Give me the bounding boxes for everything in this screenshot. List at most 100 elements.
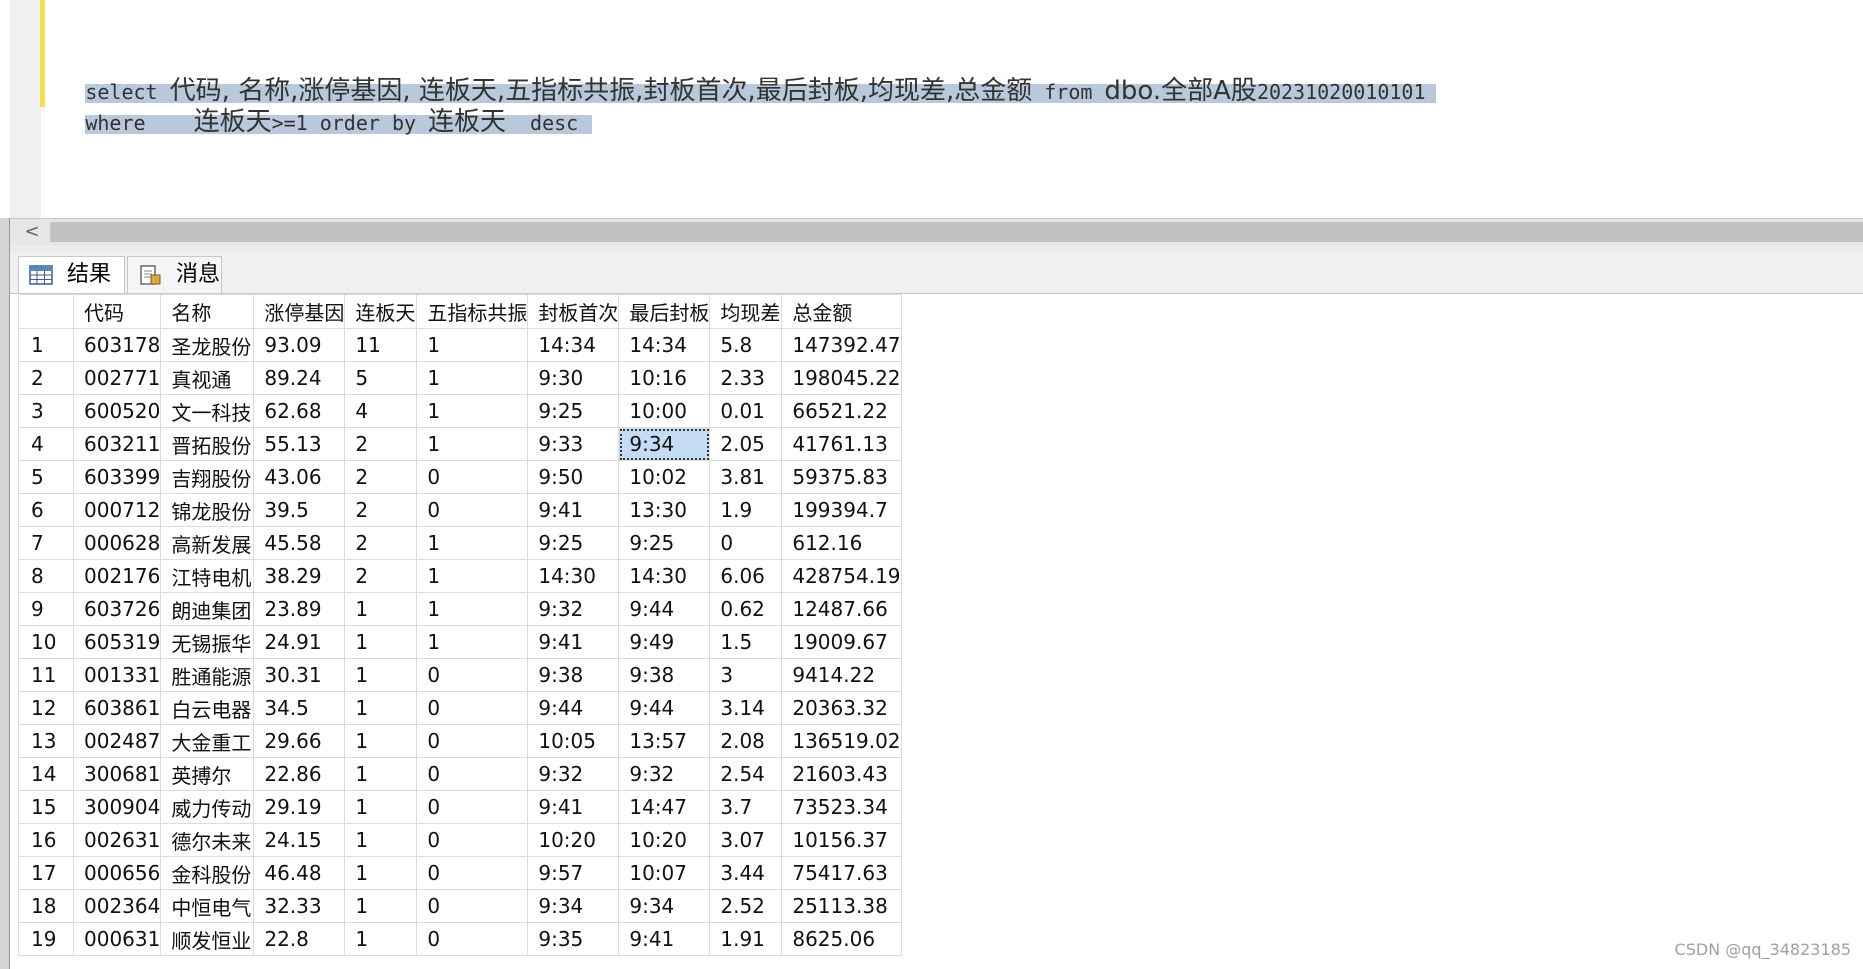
table-cell[interactable]: 1	[344, 790, 418, 824]
table-cell[interactable]: 0	[416, 889, 529, 923]
table-row[interactable]: 15 300904 威力传动 29.19 1 0 9:41 14:47 3.7 73523.34	[18, 790, 902, 824]
row-number-cell[interactable]: 16	[18, 823, 74, 857]
table-cell[interactable]: 0	[416, 724, 529, 758]
table-row[interactable]: 6 000712 锦龙股份 39.5 2 0 9:41 13:30 1.9 199394.7	[18, 493, 902, 527]
row-number-cell[interactable]: 13	[18, 724, 74, 758]
row-number-cell[interactable]: 2	[18, 361, 74, 395]
table-row[interactable]: 3 600520 文一科技 62.68 4 1 9:25 10:00 0.01 66521.22	[18, 394, 902, 428]
table-cell[interactable]: 0.01	[709, 394, 783, 428]
table-cell[interactable]: 2	[344, 427, 418, 461]
table-cell[interactable]: 0	[416, 493, 529, 527]
column-header[interactable]: 封板首次	[527, 294, 620, 329]
table-row[interactable]: 4 603211 晋拓股份 55.13 2 1 9:33 9:34 2.05 41761.13	[18, 427, 902, 461]
table-cell[interactable]: 300681	[72, 757, 162, 791]
table-cell[interactable]: 10:07	[618, 856, 711, 890]
table-cell[interactable]: 1	[344, 889, 418, 923]
table-cell[interactable]: 0.62	[709, 592, 783, 626]
table-cell[interactable]: 5	[344, 361, 418, 395]
table-cell[interactable]: 46.48	[253, 856, 346, 890]
table-cell[interactable]: 6.06	[709, 559, 783, 593]
table-row[interactable]: 5 603399 吉翔股份 43.06 2 0 9:50 10:02 3.81 59375.83	[18, 460, 902, 494]
table-cell[interactable]: 9:30	[527, 361, 620, 395]
table-row[interactable]: 16 002631 德尔未来 24.15 1 0 10:20 10:20 3.07 10156.3…	[18, 823, 902, 857]
table-cell[interactable]: 2.33	[709, 361, 783, 395]
table-cell[interactable]: 9:44	[618, 592, 711, 626]
table-cell[interactable]: 24.15	[253, 823, 346, 857]
table-cell[interactable]: 2	[344, 559, 418, 593]
table-row[interactable]: 8 002176 江特电机 38.29 2 1 14:30 14:30 6.06 428754.1…	[18, 559, 902, 593]
table-cell[interactable]: 14:34	[618, 328, 711, 362]
table-cell[interactable]: 1	[344, 757, 418, 791]
table-cell[interactable]: 白云电器	[160, 691, 255, 725]
table-cell[interactable]: 605319	[72, 625, 162, 659]
table-cell[interactable]: 24.91	[253, 625, 346, 659]
row-number-cell[interactable]: 9	[18, 592, 74, 626]
table-cell[interactable]: 2.08	[709, 724, 783, 758]
table-cell[interactable]: 9:25	[527, 394, 620, 428]
table-cell[interactable]: 0	[416, 757, 529, 791]
table-cell[interactable]: 11	[344, 328, 418, 362]
table-row[interactable]: 1 603178 圣龙股份 93.09 11 1 14:34 14:34 5.8 147392.4…	[18, 328, 902, 362]
table-cell[interactable]: 9:41	[527, 790, 620, 824]
column-header[interactable]: 名称	[160, 294, 255, 329]
table-cell[interactable]: 2.52	[709, 889, 783, 923]
column-header[interactable]: 连板天	[344, 294, 418, 329]
table-cell[interactable]: 10:00	[618, 394, 711, 428]
table-cell[interactable]: 1	[416, 526, 529, 560]
table-cell[interactable]: 000712	[72, 493, 162, 527]
table-cell[interactable]: 1	[416, 427, 529, 461]
table-cell[interactable]: 0	[709, 526, 783, 560]
table-cell[interactable]: 59375.83	[781, 460, 902, 494]
table-cell[interactable]: 英搏尔	[160, 757, 255, 791]
table-cell[interactable]: 吉翔股份	[160, 460, 255, 494]
table-cell[interactable]: 1.91	[709, 922, 783, 956]
column-header[interactable]: 总金额	[781, 294, 902, 329]
table-cell[interactable]: 0	[416, 691, 529, 725]
table-cell[interactable]: 66521.22	[781, 394, 902, 428]
tab-results[interactable]: 结果	[18, 256, 125, 293]
table-cell[interactable]: 93.09	[253, 328, 346, 362]
row-number-cell[interactable]: 1	[18, 328, 74, 362]
table-cell[interactable]: 002487	[72, 724, 162, 758]
tab-messages[interactable]: 消息	[127, 256, 222, 293]
table-cell[interactable]: 603726	[72, 592, 162, 626]
table-cell[interactable]: 9:38	[527, 658, 620, 692]
table-cell[interactable]: 1	[344, 691, 418, 725]
table-cell[interactable]: 4	[344, 394, 418, 428]
table-cell[interactable]: 30.31	[253, 658, 346, 692]
table-cell[interactable]: 9:25	[527, 526, 620, 560]
row-number-cell[interactable]: 4	[18, 427, 74, 461]
row-number-cell[interactable]: 7	[18, 526, 74, 560]
table-cell[interactable]: 1	[416, 328, 529, 362]
table-cell[interactable]: 9:34	[618, 427, 711, 461]
table-cell[interactable]: 真视通	[160, 361, 255, 395]
table-cell[interactable]: 1	[344, 922, 418, 956]
table-row[interactable]: 14 300681 英搏尔 22.86 1 0 9:32 9:32 2.54 21603.43	[18, 757, 902, 791]
table-cell[interactable]: 1	[416, 559, 529, 593]
table-cell[interactable]: 000656	[72, 856, 162, 890]
table-cell[interactable]: 002771	[72, 361, 162, 395]
table-cell[interactable]: 1.5	[709, 625, 783, 659]
table-cell[interactable]: 39.5	[253, 493, 346, 527]
table-cell[interactable]: 中恒电气	[160, 889, 255, 923]
table-cell[interactable]: 圣龙股份	[160, 328, 255, 362]
table-row[interactable]: 7 000628 高新发展 45.58 2 1 9:25 9:25 0 612.16	[18, 526, 902, 560]
row-number-cell[interactable]: 19	[18, 922, 74, 956]
table-cell[interactable]: 25113.38	[781, 889, 902, 923]
table-cell[interactable]: 29.19	[253, 790, 346, 824]
table-row[interactable]: 13 002487 大金重工 29.66 1 0 10:05 13:57 2.08 136519.…	[18, 724, 902, 758]
table-cell[interactable]: 9:33	[527, 427, 620, 461]
row-number-cell[interactable]: 14	[18, 757, 74, 791]
table-cell[interactable]: 89.24	[253, 361, 346, 395]
code-line-1[interactable]: select 代码, 名称,涨停基因, 连板天,五指标共振,封板首次,最后封板,均…	[65, 46, 1436, 106]
column-header[interactable]: 最后封板	[618, 294, 711, 329]
scroll-left-arrow-icon[interactable]: <	[20, 219, 44, 245]
table-cell[interactable]: 锦龙股份	[160, 493, 255, 527]
table-cell[interactable]: 0	[416, 790, 529, 824]
table-cell[interactable]: 1	[344, 856, 418, 890]
table-cell[interactable]: 2.54	[709, 757, 783, 791]
row-number-cell[interactable]: 5	[18, 460, 74, 494]
table-cell[interactable]: 10:05	[527, 724, 620, 758]
table-cell[interactable]: 002364	[72, 889, 162, 923]
table-cell[interactable]: 威力传动	[160, 790, 255, 824]
